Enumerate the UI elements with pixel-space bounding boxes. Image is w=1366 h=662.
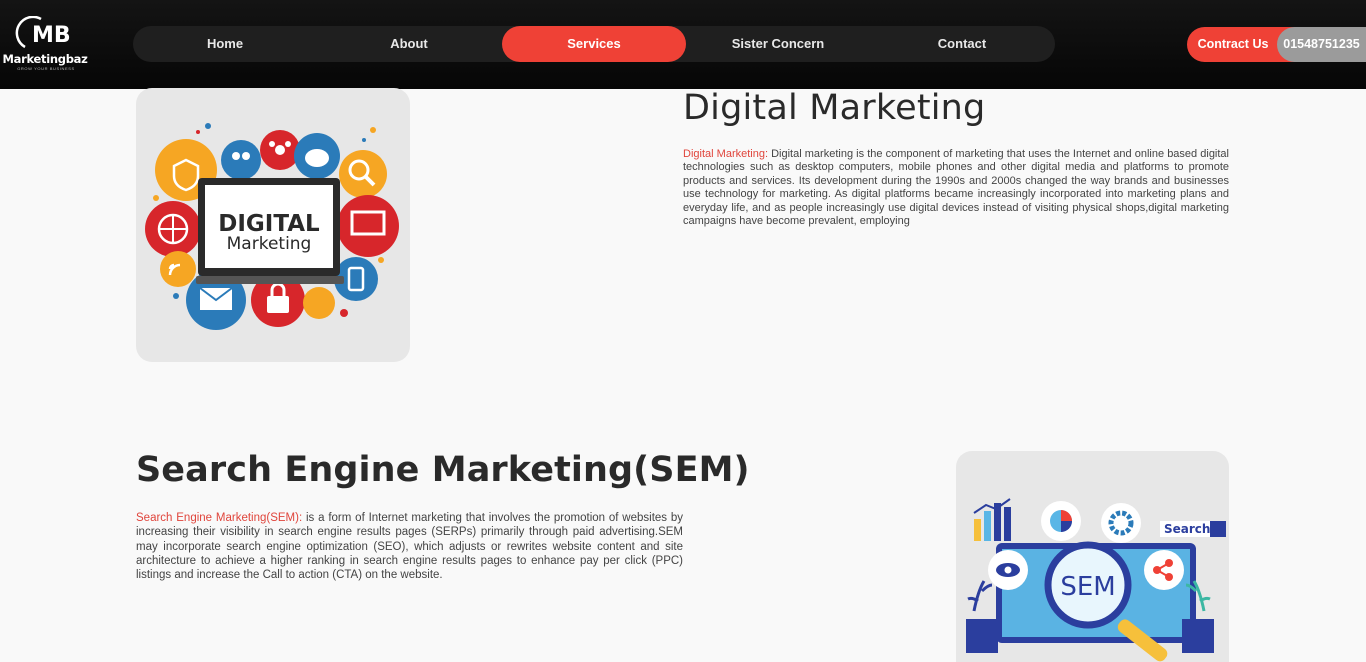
digital-marketing-image: DIGITAL Marketing bbox=[136, 88, 410, 362]
contact-us-label: Contract Us bbox=[1197, 37, 1269, 51]
sem-badge: SEM bbox=[1060, 572, 1115, 602]
nav-contact[interactable]: Contact bbox=[870, 26, 1054, 62]
sem-lead: Search Engine Marketing(SEM): bbox=[136, 512, 303, 524]
search-label: Search bbox=[1164, 522, 1210, 536]
logo[interactable]: MB Marketingbaz GROW YOUR BUSINESS bbox=[0, 14, 90, 74]
digital-marketing-title: Digital Marketing bbox=[683, 88, 986, 128]
digital-marketing-lead: Digital Marketing: bbox=[683, 148, 769, 160]
logo-name: Marketingbaz bbox=[2, 52, 88, 66]
logo-tagline: GROW YOUR BUSINESS bbox=[17, 66, 75, 71]
svg-text:MB: MB bbox=[32, 23, 71, 48]
phone-number[interactable]: 01548751235 bbox=[1277, 27, 1366, 62]
sem-illustration: Search SEM bbox=[966, 498, 1226, 662]
sem-description: Search Engine Marketing(SEM): is a form … bbox=[136, 511, 683, 582]
digital-marketing-description: Digital Marketing: Digital marketing is … bbox=[683, 148, 1229, 228]
main-nav: Home About Services Sister Concern Conta… bbox=[133, 26, 1055, 62]
site-header: MB Marketingbaz GROW YOUR BUSINESS Home … bbox=[0, 0, 1366, 89]
laptop-text-line2: Marketing bbox=[227, 234, 312, 254]
nav-home[interactable]: Home bbox=[133, 26, 317, 62]
nav-about[interactable]: About bbox=[317, 26, 501, 62]
logo-mark-icon: MB bbox=[15, 16, 71, 49]
nav-services[interactable]: Services bbox=[502, 26, 686, 62]
nav-sister-concern[interactable]: Sister Concern bbox=[686, 26, 870, 62]
sem-title: Search Engine Marketing(SEM) bbox=[136, 450, 750, 490]
sem-image: Search SEM bbox=[956, 451, 1229, 662]
digital-marketing-illustration: DIGITAL Marketing bbox=[145, 123, 399, 330]
